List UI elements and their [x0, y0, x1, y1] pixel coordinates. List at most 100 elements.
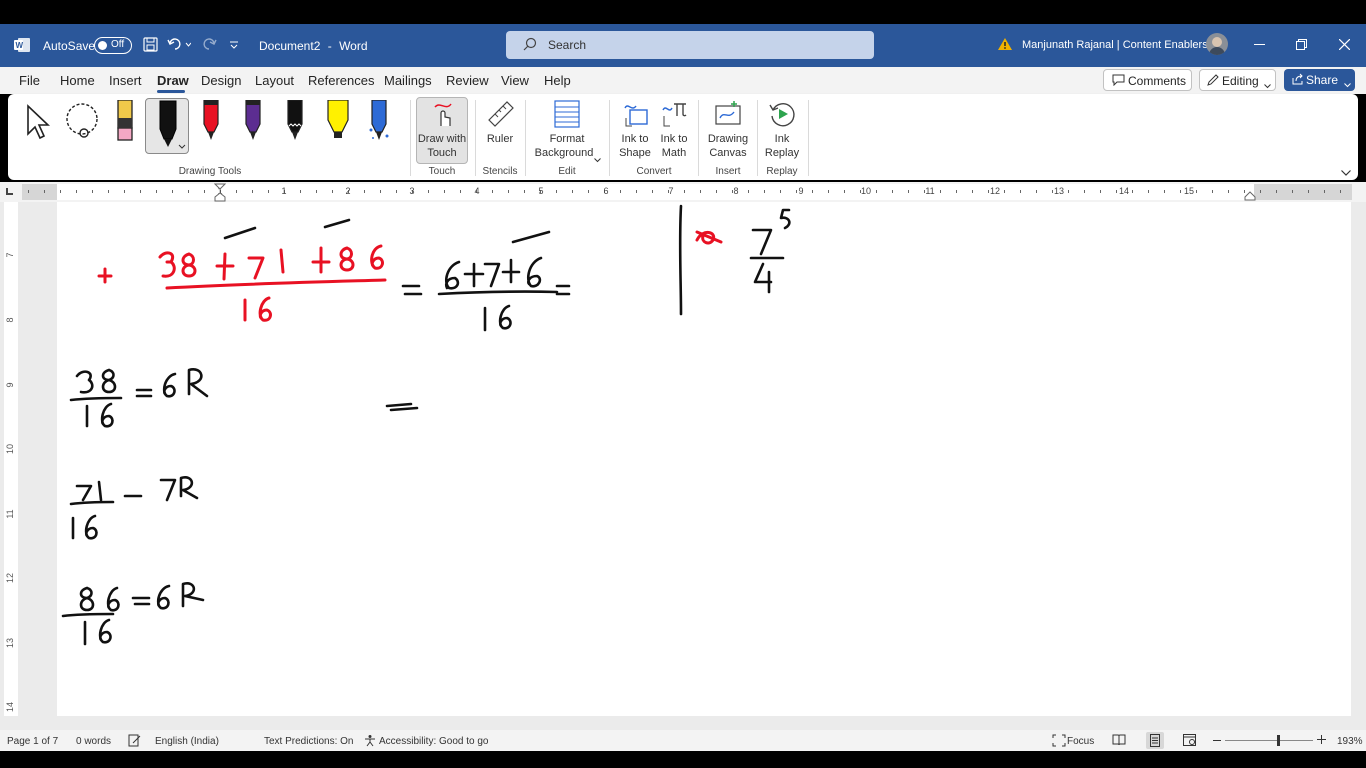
document-page[interactable]	[57, 202, 1351, 716]
ruler-number: 2	[345, 186, 351, 196]
tab-design[interactable]: Design	[201, 73, 241, 88]
red-digit-6	[370, 244, 384, 270]
ruler-number: 8	[733, 186, 739, 196]
search-placeholder: Search	[548, 38, 587, 52]
undo-icon[interactable]	[167, 36, 192, 55]
tab-references[interactable]: References	[308, 73, 374, 88]
zoom-slider-thumb[interactable]	[1277, 735, 1280, 746]
drawing-canvas-label-1: Drawing	[707, 133, 749, 145]
drawing-canvas-button[interactable]: Drawing Canvas	[704, 98, 752, 160]
tab-view[interactable]: View	[501, 73, 529, 88]
galaxy-pen-icon[interactable]	[368, 99, 390, 145]
accessibility-status[interactable]: Accessibility: Good to go	[379, 736, 489, 747]
tab-home[interactable]: Home	[60, 73, 95, 88]
red-digit-3	[158, 251, 176, 278]
black-digit-7b	[751, 228, 773, 256]
search-box[interactable]: Search	[506, 31, 874, 59]
avatar[interactable]	[1206, 33, 1228, 55]
vertical-ruler-number: 10	[5, 444, 15, 455]
pencil-tool-icon[interactable]	[284, 99, 306, 145]
eraser-pen-icon[interactable]	[114, 99, 136, 145]
select-tool-icon[interactable]	[24, 104, 52, 145]
zoom-in-icon[interactable]	[1317, 735, 1326, 747]
close-icon[interactable]	[1338, 38, 1351, 53]
vertical-ruler-number: 8	[5, 317, 15, 323]
ruler-tick	[44, 190, 45, 193]
black-equals-3	[135, 388, 153, 398]
tab-selector-icon[interactable]	[6, 188, 13, 195]
accessibility-icon[interactable]	[364, 734, 377, 750]
share-button[interactable]: Share	[1284, 69, 1355, 91]
focus-icon	[1052, 734, 1066, 750]
zoom-slider[interactable]	[1225, 740, 1313, 741]
vertical-ruler-number: 13	[5, 638, 15, 649]
user-name[interactable]: Manjunath Rajanal | Content Enablers	[1022, 39, 1208, 51]
vertical-ruler-number: 7	[5, 252, 15, 258]
draw-with-touch-button[interactable]: Draw with Touch	[416, 97, 468, 164]
horizontal-ruler: 1 1 2 3 4 5 6 7 8 9 10 11 12 13 14 15	[0, 182, 1366, 202]
minimize-icon[interactable]	[1254, 44, 1265, 45]
ruler-number: 4	[474, 186, 480, 196]
yellow-highlighter-icon[interactable]	[324, 99, 352, 145]
ink-to-math-button[interactable]: Ink to Math	[656, 98, 692, 160]
restore-icon[interactable]	[1296, 39, 1307, 53]
black-check-marks	[223, 218, 551, 244]
redo-icon[interactable]	[201, 36, 217, 55]
focus-button[interactable]: Focus	[1067, 736, 1094, 747]
ruler-tick	[396, 190, 397, 193]
ruler-tick	[492, 190, 493, 193]
tab-mailings[interactable]: Mailings	[384, 73, 432, 88]
tab-file[interactable]: File	[19, 73, 40, 88]
print-layout-icon	[1150, 734, 1160, 750]
ruler-tick	[764, 190, 765, 193]
collapse-ribbon-icon[interactable]	[1341, 165, 1351, 179]
black-plus-1	[463, 262, 485, 288]
black-letter-r	[187, 368, 209, 398]
language[interactable]: English (India)	[155, 736, 219, 747]
autosave-toggle[interactable]: Off	[94, 37, 132, 54]
format-background-label-1: Format	[549, 133, 585, 145]
black-digit-6	[444, 260, 461, 290]
ruler-tick	[140, 190, 141, 193]
tab-layout[interactable]: Layout	[255, 73, 294, 88]
print-layout-button[interactable]	[1146, 732, 1164, 749]
lasso-select-icon[interactable]	[62, 102, 106, 143]
ruler-button[interactable]: Ruler	[482, 98, 518, 148]
warning-icon[interactable]	[997, 37, 1013, 54]
save-icon[interactable]	[143, 37, 158, 55]
web-layout-icon[interactable]	[1183, 734, 1197, 750]
tab-review[interactable]: Review	[446, 73, 489, 88]
touch-draw-icon	[432, 101, 454, 130]
editing-mode-button[interactable]: Editing	[1199, 69, 1276, 91]
zoom-out-icon[interactable]	[1213, 740, 1221, 741]
editing-label: Editing	[1222, 74, 1259, 88]
ink-replay-button[interactable]: Ink Replay	[762, 98, 802, 160]
proofing-icon[interactable]	[128, 734, 141, 750]
ruler-number: 7	[668, 186, 674, 196]
ink-canvas[interactable]	[57, 202, 1351, 716]
tab-draw[interactable]: Draw	[157, 73, 189, 88]
format-background-button[interactable]: Format Background	[532, 98, 602, 163]
group-label-convert: Convert	[636, 166, 672, 177]
read-mode-icon[interactable]	[1112, 734, 1126, 749]
text-predictions[interactable]: Text Predictions: On	[264, 736, 353, 747]
ruler-number: 3	[409, 186, 415, 196]
ruler-tick	[380, 190, 381, 193]
purple-pen-icon[interactable]	[242, 99, 264, 145]
group-label-replay: Replay	[766, 166, 798, 177]
zoom-level[interactable]: 193%	[1337, 736, 1363, 747]
comments-button[interactable]: Comments	[1103, 69, 1192, 91]
document-title: Document2 - Word	[259, 39, 368, 53]
ink-to-shape-label-2: Shape	[619, 147, 651, 159]
black-pen-selected[interactable]	[145, 98, 189, 154]
page-count[interactable]: Page 1 of 7	[7, 736, 58, 747]
word-count[interactable]: 0 words	[76, 736, 111, 747]
tab-help[interactable]: Help	[544, 73, 571, 88]
ruler-number: 5	[538, 186, 544, 196]
tab-insert[interactable]: Insert	[109, 73, 142, 88]
customize-toolbar-icon[interactable]	[229, 39, 239, 53]
ruler-tick	[428, 190, 429, 193]
ink-to-shape-button[interactable]: Ink to Shape	[616, 98, 654, 160]
red-pen-icon[interactable]	[200, 99, 222, 145]
ruler-tick	[76, 190, 77, 193]
